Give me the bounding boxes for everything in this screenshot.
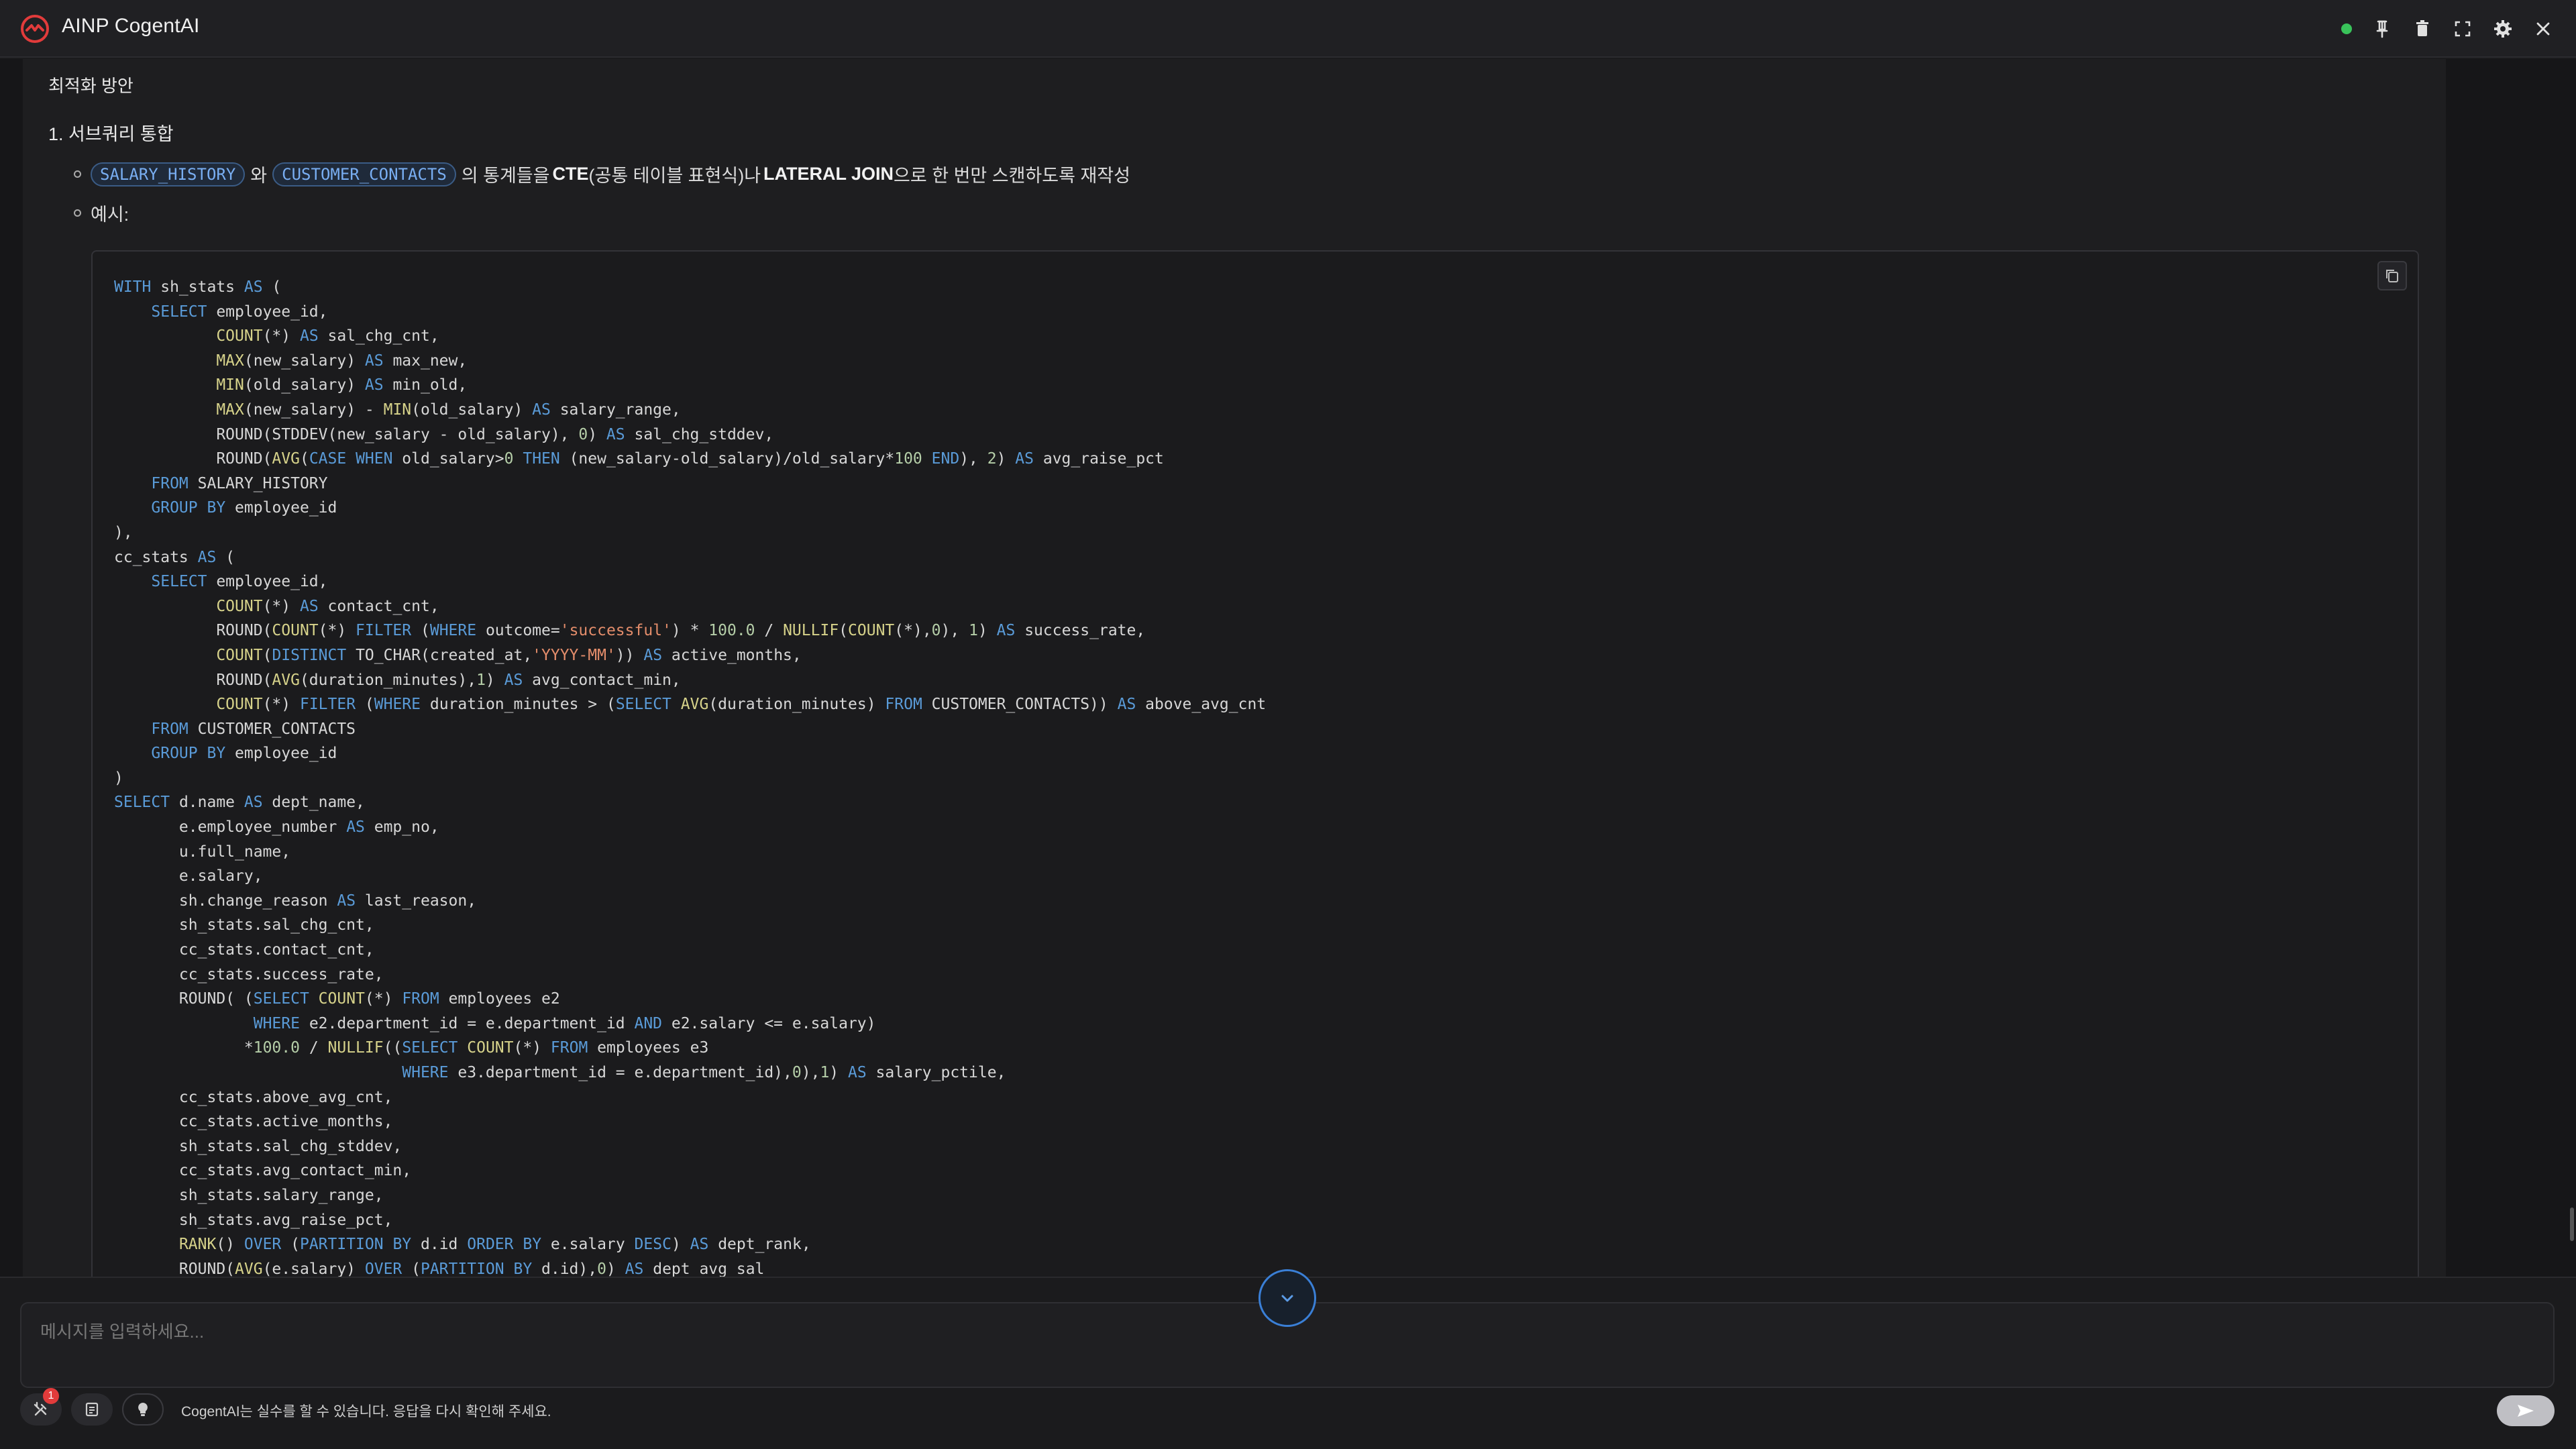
code-line: cc_stats.active_months, xyxy=(114,1113,393,1131)
tools-button[interactable]: 1 xyxy=(20,1388,62,1426)
code-line: cc_stats AS ( xyxy=(114,548,235,566)
ideas-button[interactable] xyxy=(122,1393,164,1426)
code-line: FROM CUSTOMER_CONTACTS xyxy=(151,720,356,738)
sql-code: WITH sh_stats AS ( SELECT employee_id, C… xyxy=(114,275,1266,1277)
code-line: e.salary, xyxy=(114,867,263,885)
code-line: ROUND(AVG(duration_minutes),1) AS avg_co… xyxy=(114,671,681,689)
pin-icon xyxy=(2376,20,2388,38)
lightbulb-icon xyxy=(138,1403,148,1416)
composer-tools: 1 xyxy=(20,1388,164,1426)
code-line: COUNT(DISTINCT TO_CHAR(created_at,'YYYY-… xyxy=(216,646,802,664)
bullet-icon xyxy=(74,170,81,178)
title-bar: AINP CogentAI xyxy=(0,0,2576,58)
connection-status-dot xyxy=(2341,23,2352,34)
code-line: e.employee_number AS emp_no, xyxy=(114,818,439,837)
code-line: *100.0 / NULLIF((SELECT COUNT(*) FROM em… xyxy=(114,1039,709,1057)
code-line: WHERE e2.department_id = e.department_id… xyxy=(253,1014,876,1032)
code-line: SELECT employee_id, xyxy=(151,303,328,321)
subsection-title: 1. 서브쿼리 통합 xyxy=(48,124,174,144)
list-item: SALARY_HISTORY 와 CUSTOMER_CONTACTS 의 통계들… xyxy=(74,161,1130,187)
code-line: ROUND(COUNT(*) FILTER (WHERE outcome='su… xyxy=(114,622,1146,640)
scrollbar-thumb[interactable] xyxy=(2570,1208,2574,1241)
assistant-message: 최적화 방안 1. 서브쿼리 통합 SALARY_HISTORY 와 CUSTO… xyxy=(23,59,2446,1277)
code-line: COUNT(*) FILTER (WHERE duration_minutes … xyxy=(216,696,1267,714)
close-icon xyxy=(2536,22,2550,36)
code-line: cc_stats.above_avg_cnt, xyxy=(114,1088,393,1106)
code-line: sh_stats.salary_range, xyxy=(114,1186,384,1204)
delete-button[interactable] xyxy=(2412,19,2432,39)
code-line: sh_stats.sal_chg_cnt, xyxy=(114,916,374,934)
document-icon xyxy=(85,1402,99,1417)
code-line: RANK() OVER (PARTITION BY d.id ORDER BY … xyxy=(178,1236,811,1254)
code-line: MAX(new_salary) AS max_new, xyxy=(216,352,468,370)
list-item: 예시: xyxy=(74,200,129,226)
disclaimer-text: CogentAI는 실수를 할 수 있습니다. 응답을 다시 확인해 주세요. xyxy=(181,1404,551,1419)
code-line: cc_stats.success_rate, xyxy=(114,965,384,983)
code-line: MAX(new_salary) - MIN(old_salary) AS sal… xyxy=(216,400,681,419)
trash-icon xyxy=(2416,20,2428,36)
copy-code-button[interactable] xyxy=(2377,261,2407,290)
code-line: MIN(old_salary) AS min_old, xyxy=(216,376,468,394)
code-chip: CUSTOMER_CONTACTS xyxy=(272,162,456,186)
right-gutter xyxy=(2446,59,2576,1277)
code-line: WHERE e3.department_id = e.department_id… xyxy=(402,1064,1006,1081)
fullscreen-button[interactable] xyxy=(2453,19,2473,39)
send-icon xyxy=(2518,1405,2534,1417)
code-line: COUNT(*) AS contact_cnt, xyxy=(216,597,439,615)
app-title: AINP CogentAI xyxy=(62,15,200,37)
chevron-down-icon xyxy=(1281,1295,1293,1302)
code-line: sh_stats.sal_chg_stddev, xyxy=(114,1137,402,1155)
send-button[interactable] xyxy=(2497,1395,2555,1426)
tools-count-badge: 1 xyxy=(43,1388,59,1404)
scroll-to-bottom-button[interactable] xyxy=(1258,1269,1316,1327)
section-title: 최적화 방안 xyxy=(48,76,133,96)
code-line: SELECT employee_id, xyxy=(151,573,328,591)
code-line: cc_stats.avg_contact_min, xyxy=(114,1162,412,1180)
pin-button[interactable] xyxy=(2372,19,2392,39)
code-block: WITH sh_stats AS ( SELECT employee_id, C… xyxy=(91,250,2419,1277)
code-line: ), xyxy=(114,523,133,541)
code-line: COUNT(*) AS sal_chg_cnt, xyxy=(216,327,439,345)
code-line: sh.change_reason AS last_reason, xyxy=(114,892,477,910)
left-gutter xyxy=(0,59,23,1277)
code-line: WITH sh_stats AS ( xyxy=(114,278,282,296)
expand-icon xyxy=(2455,21,2471,37)
code-line: FROM SALARY_HISTORY xyxy=(151,474,328,492)
code-line: ROUND(AVG(CASE WHEN old_salary>0 THEN (n… xyxy=(114,450,1164,468)
close-button[interactable] xyxy=(2533,19,2553,39)
bullet-icon xyxy=(74,209,81,217)
documents-button[interactable] xyxy=(71,1393,113,1426)
code-line: cc_stats.contact_cnt, xyxy=(114,941,374,959)
gear-icon xyxy=(2494,20,2512,38)
code-line: ROUND(AVG(e.salary) OVER (PARTITION BY d… xyxy=(114,1260,765,1277)
copy-icon xyxy=(2386,270,2398,282)
settings-button[interactable] xyxy=(2493,19,2513,39)
code-line: u.full_name, xyxy=(114,843,291,861)
code-line: ) xyxy=(114,769,123,787)
code-line: GROUP BY employee_id xyxy=(151,499,337,517)
code-line: GROUP BY employee_id xyxy=(151,745,337,763)
code-line: SELECT d.name AS dept_name, xyxy=(114,794,365,812)
code-line: ROUND(STDDEV(new_salary - old_salary), 0… xyxy=(114,425,774,443)
app-logo-icon xyxy=(21,15,49,43)
code-chip: SALARY_HISTORY xyxy=(91,162,246,186)
code-line: sh_stats.avg_raise_pct, xyxy=(114,1211,393,1229)
code-line: ROUND( (SELECT COUNT(*) FROM employees e… xyxy=(114,990,560,1008)
